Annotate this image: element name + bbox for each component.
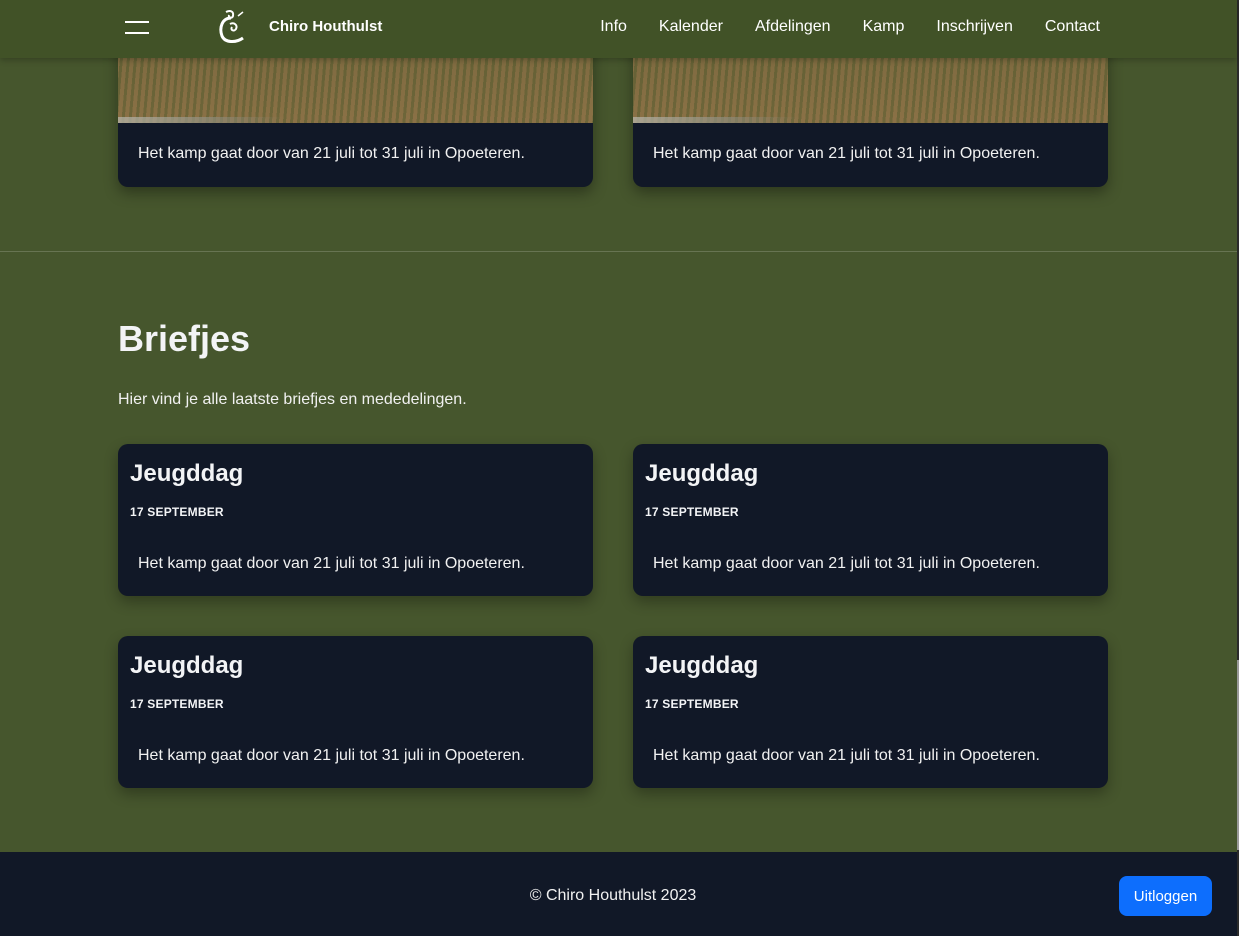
nav-link-inschrijven[interactable]: Inschrijven bbox=[936, 18, 1012, 36]
nav-link-kamp[interactable]: Kamp bbox=[863, 18, 905, 36]
brief-card[interactable]: Jeugddag 17 SEPTEMBER Het kamp gaat door… bbox=[118, 444, 593, 596]
brief-title: Jeugddag bbox=[130, 460, 244, 487]
chiro-logo-icon[interactable] bbox=[216, 8, 248, 46]
menu-icon[interactable] bbox=[125, 19, 149, 35]
brief-date: 17 SEPTEMBER bbox=[645, 505, 739, 519]
brief-title: Jeugddag bbox=[130, 652, 244, 679]
section-divider bbox=[0, 251, 1237, 252]
brief-text: Het kamp gaat door van 21 juli tot 31 ju… bbox=[653, 555, 1040, 572]
section-intro: Hier vind je alle laatste briefjes en me… bbox=[118, 391, 467, 408]
brief-title: Jeugddag bbox=[645, 652, 759, 679]
brief-text: Het kamp gaat door van 21 juli tot 31 ju… bbox=[653, 747, 1040, 764]
brief-title: Jeugddag bbox=[645, 460, 759, 487]
brief-date: 17 SEPTEMBER bbox=[130, 697, 224, 711]
brief-text: Het kamp gaat door van 21 juli tot 31 ju… bbox=[138, 747, 525, 764]
nav-link-contact[interactable]: Contact bbox=[1045, 18, 1100, 36]
kamp-card-text: Het kamp gaat door van 21 juli tot 31 ju… bbox=[138, 145, 525, 162]
footer: © Chiro Houthulst 2023 Uitloggen bbox=[0, 852, 1237, 936]
nav-link-afdelingen[interactable]: Afdelingen bbox=[755, 18, 831, 36]
nav-link-info[interactable]: Info bbox=[600, 18, 627, 36]
brand-name[interactable]: Chiro Houthulst bbox=[269, 18, 382, 35]
logout-button[interactable]: Uitloggen bbox=[1119, 876, 1212, 916]
top-navbar: Chiro Houthulst Info Kalender Afdelingen… bbox=[0, 0, 1237, 58]
brief-card[interactable]: Jeugddag 17 SEPTEMBER Het kamp gaat door… bbox=[633, 444, 1108, 596]
nav-link-kalender[interactable]: Kalender bbox=[659, 18, 723, 36]
brief-text: Het kamp gaat door van 21 juli tot 31 ju… bbox=[138, 555, 525, 572]
brief-date: 17 SEPTEMBER bbox=[130, 505, 224, 519]
footer-copyright: © Chiro Houthulst 2023 bbox=[529, 887, 697, 904]
brief-card[interactable]: Jeugddag 17 SEPTEMBER Het kamp gaat door… bbox=[633, 636, 1108, 788]
main-nav: Info Kalender Afdelingen Kamp Inschrijve… bbox=[600, 18, 1100, 36]
brief-date: 17 SEPTEMBER bbox=[645, 697, 739, 711]
brief-card[interactable]: Jeugddag 17 SEPTEMBER Het kamp gaat door… bbox=[118, 636, 593, 788]
kamp-card-text: Het kamp gaat door van 21 juli tot 31 ju… bbox=[653, 145, 1040, 162]
section-title-briefjes: Briefjes bbox=[118, 318, 251, 359]
